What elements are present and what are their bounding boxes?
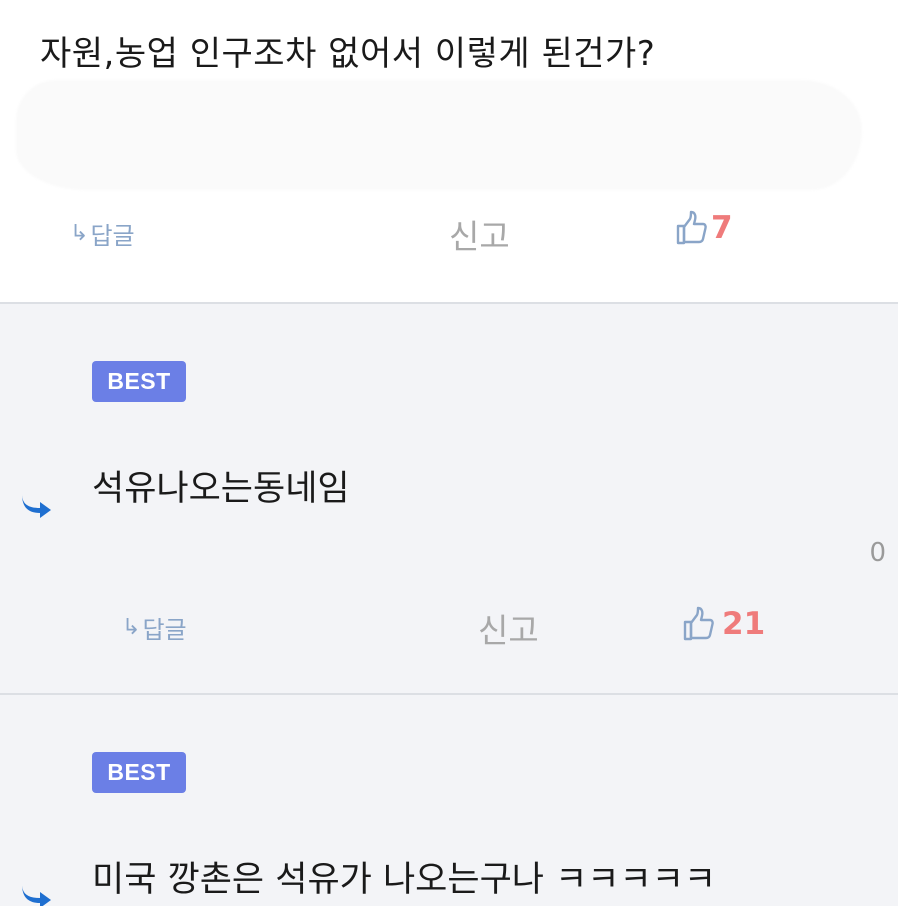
- reply-arrow-icon: ↳: [122, 615, 141, 640]
- reply-button[interactable]: ↳ 답글: [70, 216, 135, 251]
- like-count: 21: [722, 606, 766, 642]
- comment-item: 자원,농업 인구조차 없어서 이렇게 된건가? ↳ 답글 신고 7: [0, 0, 898, 303]
- reply-label: 답글: [142, 616, 187, 644]
- reply-indicator-icon: [22, 884, 51, 906]
- like-button[interactable]: 21: [682, 606, 765, 642]
- reply-indicator-icon: [22, 494, 51, 518]
- best-badge: BEST: [92, 361, 186, 402]
- like-button[interactable]: 7: [675, 210, 733, 246]
- redacted-area: [16, 80, 862, 190]
- best-comment-item: BEST 석유나오는동네임 0 ↳ 답글 신고 21: [0, 304, 898, 693]
- reply-arrow-icon: ↳: [70, 221, 89, 246]
- comment-text: 미국 깡촌은 석유가 나오는구나 ㅋㅋㅋㅋㅋ: [92, 860, 717, 900]
- comment-actions: ↳ 답글 신고 7: [0, 208, 898, 258]
- reply-button[interactable]: ↳ 답글: [122, 610, 187, 645]
- like-count: 7: [711, 210, 733, 246]
- report-button[interactable]: 신고: [449, 210, 510, 258]
- stray-text: 0: [869, 538, 886, 568]
- thumbs-up-icon: [676, 210, 707, 245]
- best-comment-item: BEST 미국 깡촌은 석유가 나오는구나 ㅋㅋㅋㅋㅋ: [0, 695, 898, 906]
- comment-actions: ↳ 답글 신고 21: [0, 602, 898, 652]
- comment-text: 자원,농업 인구조차 없어서 이렇게 된건가?: [40, 34, 656, 74]
- report-button[interactable]: 신고: [478, 604, 539, 652]
- reply-label: 답글: [90, 222, 135, 250]
- comment-text: 석유나오는동네임: [92, 469, 350, 509]
- best-badge: BEST: [92, 752, 186, 793]
- thumbs-up-icon: [683, 606, 714, 641]
- comment-list: 자원,농업 인구조차 없어서 이렇게 된건가? ↳ 답글 신고 7 BEST 석…: [0, 0, 898, 906]
